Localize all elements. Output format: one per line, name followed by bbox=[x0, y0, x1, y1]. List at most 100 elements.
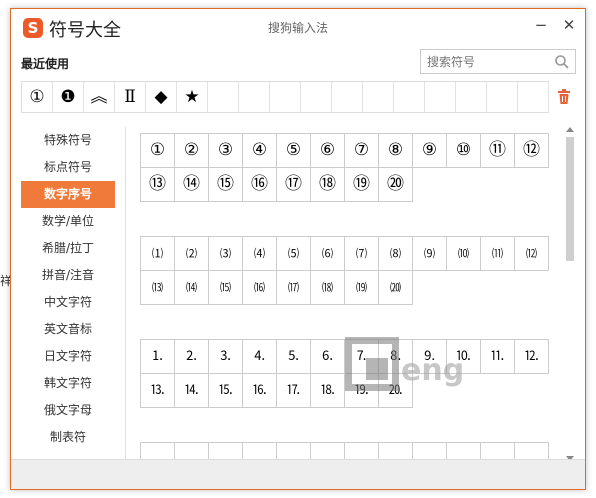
symbol-cell[interactable] bbox=[515, 443, 549, 459]
symbol-cell[interactable]: ⑦ bbox=[345, 134, 379, 168]
recent-symbol-cell[interactable]: ◆ bbox=[146, 82, 177, 113]
symbol-cell[interactable]: ⑩ bbox=[447, 134, 481, 168]
symbol-cell[interactable] bbox=[141, 443, 175, 459]
sidebar-item-category[interactable]: 数学/单位 bbox=[21, 208, 115, 235]
symbol-cell[interactable]: ⑿ bbox=[515, 237, 549, 271]
recent-symbol-cell[interactable]: ① bbox=[22, 82, 53, 113]
symbol-cell[interactable]: ① bbox=[141, 134, 175, 168]
sidebar-item-category[interactable]: 日文字符 bbox=[21, 343, 115, 370]
symbol-cell[interactable]: ⒊ bbox=[209, 340, 243, 374]
symbol-cell[interactable]: ⑺ bbox=[345, 237, 379, 271]
close-button[interactable]: ✕ bbox=[559, 15, 579, 35]
symbol-cell[interactable] bbox=[413, 443, 447, 459]
symbol-cell[interactable]: ⒒ bbox=[481, 340, 515, 374]
sidebar-item-category[interactable]: 英文音标 bbox=[21, 316, 115, 343]
symbol-cell[interactable]: ⑰ bbox=[277, 168, 311, 202]
symbol-cell[interactable] bbox=[379, 443, 413, 459]
symbol-cell[interactable]: ⒁ bbox=[175, 271, 209, 305]
symbol-cell[interactable]: ⑲ bbox=[345, 168, 379, 202]
symbol-cell[interactable]: ⑭ bbox=[175, 168, 209, 202]
search-box[interactable] bbox=[420, 49, 576, 74]
symbol-cell[interactable]: ⑼ bbox=[413, 237, 447, 271]
symbol-cell[interactable]: ⒋ bbox=[243, 340, 277, 374]
symbol-cell[interactable]: ⑧ bbox=[379, 134, 413, 168]
recent-symbol-cell[interactable] bbox=[518, 82, 549, 113]
symbol-cell[interactable]: ⑤ bbox=[277, 134, 311, 168]
sidebar-item-category[interactable]: 制表符 bbox=[21, 424, 115, 451]
symbol-cell[interactable]: ⒘ bbox=[277, 374, 311, 408]
sidebar-item-category[interactable]: 中文字符 bbox=[21, 289, 115, 316]
symbol-cell[interactable] bbox=[277, 443, 311, 459]
symbol-cell[interactable]: ⒃ bbox=[243, 271, 277, 305]
symbol-cell[interactable]: ⑯ bbox=[243, 168, 277, 202]
recent-symbol-cell[interactable] bbox=[363, 82, 394, 113]
symbol-cell[interactable] bbox=[209, 443, 243, 459]
symbol-cell[interactable]: ③ bbox=[209, 134, 243, 168]
symbol-cell[interactable]: ⑳ bbox=[379, 168, 413, 202]
symbol-cell[interactable]: ⒙ bbox=[311, 374, 345, 408]
recent-symbol-cell[interactable] bbox=[270, 82, 301, 113]
recent-symbol-cell[interactable] bbox=[487, 82, 518, 113]
symbol-cell[interactable]: ⑫ bbox=[515, 134, 549, 168]
recent-symbol-cell[interactable]: Ⅱ bbox=[115, 82, 146, 113]
scrollbar[interactable] bbox=[564, 127, 576, 461]
symbol-cell[interactable]: ⒇ bbox=[379, 271, 413, 305]
symbol-cell[interactable]: ⒌ bbox=[277, 340, 311, 374]
symbol-cell[interactable]: ⒅ bbox=[311, 271, 345, 305]
symbol-cell[interactable]: ⑸ bbox=[277, 237, 311, 271]
symbol-cell[interactable]: ⑴ bbox=[141, 237, 175, 271]
symbol-cell[interactable]: ⑽ bbox=[447, 237, 481, 271]
symbol-cell[interactable]: ⒀ bbox=[141, 271, 175, 305]
symbol-cell[interactable]: ⑨ bbox=[413, 134, 447, 168]
symbol-cell[interactable]: ⒓ bbox=[515, 340, 549, 374]
recent-symbol-cell[interactable] bbox=[239, 82, 270, 113]
symbol-cell[interactable]: ⑵ bbox=[175, 237, 209, 271]
recent-symbol-cell[interactable] bbox=[301, 82, 332, 113]
symbol-cell[interactable]: ⒍ bbox=[311, 340, 345, 374]
symbol-cell[interactable]: ② bbox=[175, 134, 209, 168]
symbol-cell[interactable]: ⑻ bbox=[379, 237, 413, 271]
symbol-cell[interactable]: ⒗ bbox=[243, 374, 277, 408]
recent-symbol-cell[interactable] bbox=[208, 82, 239, 113]
sidebar-item-category[interactable]: 韩文字符 bbox=[21, 370, 115, 397]
recent-symbol-cell[interactable]: ★ bbox=[177, 82, 208, 113]
sidebar-item-category[interactable]: 特殊符号 bbox=[21, 127, 115, 154]
symbol-cell[interactable]: ⒖ bbox=[209, 374, 243, 408]
symbol-cell[interactable]: ⒆ bbox=[345, 271, 379, 305]
sidebar-item-category[interactable]: 拼音/注音 bbox=[21, 262, 115, 289]
symbol-cell[interactable] bbox=[447, 443, 481, 459]
symbol-cell[interactable]: ⒂ bbox=[209, 271, 243, 305]
search-input[interactable] bbox=[421, 50, 551, 73]
symbol-cell[interactable]: ⑷ bbox=[243, 237, 277, 271]
symbol-cell[interactable]: ⒄ bbox=[277, 271, 311, 305]
trash-icon[interactable] bbox=[557, 89, 571, 105]
symbol-cell[interactable]: ⒈ bbox=[141, 340, 175, 374]
title-bar[interactable]: S 符号大全 搜狗输入法 − ✕ bbox=[11, 9, 585, 45]
symbol-cell[interactable]: ⑮ bbox=[209, 168, 243, 202]
recent-symbol-cell[interactable] bbox=[394, 82, 425, 113]
symbol-cell[interactable]: ⑥ bbox=[311, 134, 345, 168]
symbol-cell[interactable]: ⒔ bbox=[141, 374, 175, 408]
recent-symbol-cell[interactable] bbox=[425, 82, 456, 113]
scroll-thumb[interactable] bbox=[566, 137, 574, 261]
sidebar-item-category[interactable]: 数字序号 bbox=[21, 181, 115, 208]
symbol-cell[interactable]: ⒕ bbox=[175, 374, 209, 408]
scroll-up-arrow-icon[interactable] bbox=[566, 127, 574, 132]
symbol-cell[interactable] bbox=[175, 443, 209, 459]
symbol-cell[interactable]: ⑶ bbox=[209, 237, 243, 271]
recent-symbol-cell[interactable]: ︽ bbox=[84, 82, 115, 113]
search-icon[interactable] bbox=[554, 54, 570, 70]
symbol-cell[interactable] bbox=[243, 443, 277, 459]
symbol-cell[interactable] bbox=[345, 443, 379, 459]
symbol-cell[interactable]: ⑾ bbox=[481, 237, 515, 271]
symbol-cell[interactable]: ④ bbox=[243, 134, 277, 168]
minimize-button[interactable]: − bbox=[531, 15, 551, 35]
sidebar-item-category[interactable]: 俄文字母 bbox=[21, 397, 115, 424]
symbol-cell[interactable]: ⑬ bbox=[141, 168, 175, 202]
sidebar-item-category[interactable]: 希腊/拉丁 bbox=[21, 235, 115, 262]
symbol-cell[interactable]: ⒉ bbox=[175, 340, 209, 374]
sidebar-item-category[interactable]: 标点符号 bbox=[21, 154, 115, 181]
symbol-cell[interactable]: ⑱ bbox=[311, 168, 345, 202]
recent-symbol-cell[interactable] bbox=[456, 82, 487, 113]
symbol-cell[interactable] bbox=[481, 443, 515, 459]
